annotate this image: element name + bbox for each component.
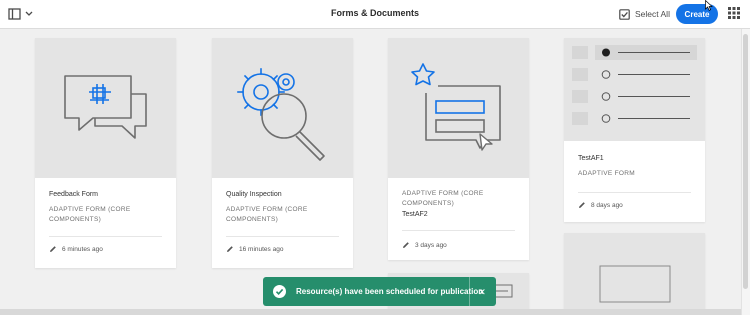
card-title: TestAF1 xyxy=(578,155,604,162)
modified-time: 3 days ago xyxy=(415,241,447,249)
checkmark-circle-icon xyxy=(273,285,286,298)
card-modified: 6 minutes ago xyxy=(49,245,103,253)
scrollbar-thumb[interactable] xyxy=(743,34,748,289)
toast-message: Resource(s) have been scheduled for publ… xyxy=(296,287,484,296)
pencil-icon xyxy=(50,246,56,252)
card-modified: 8 days ago xyxy=(578,201,623,209)
card-type: ADAPTIVE FORM (CORE COMPONENTS) xyxy=(49,206,131,223)
success-toast: Resource(s) have been scheduled for publ… xyxy=(263,277,496,306)
form-card[interactable]: ADAPTIVE FORM (CORE COMPONENTS) TestAF2 … xyxy=(388,38,529,260)
card-thumbnail xyxy=(212,38,353,178)
card-thumbnail xyxy=(564,38,705,141)
card-thumbnail xyxy=(388,38,529,178)
select-all-label: Select All xyxy=(635,9,670,19)
gear-search-icon xyxy=(237,68,325,161)
card-type: ADAPTIVE FORM (CORE COMPONENTS) xyxy=(226,206,308,223)
card-divider xyxy=(402,230,515,231)
card-thumbnail xyxy=(564,233,705,313)
form-card[interactable]: Feedback Form ADAPTIVE FORM (CORE COMPON… xyxy=(35,38,176,268)
form-card[interactable]: TestAF1 ADAPTIVE FORM 8 days ago xyxy=(564,38,705,222)
top-bar: Forms & Documents Select All Create xyxy=(0,0,750,29)
modified-time: 16 minutes ago xyxy=(239,245,284,253)
select-all-icon xyxy=(619,8,630,20)
feedback-chat-icon xyxy=(64,75,147,139)
horizontal-scrollbar[interactable] xyxy=(0,309,741,315)
form-card[interactable] xyxy=(564,233,705,313)
pencil-icon xyxy=(403,242,409,248)
pencil-icon xyxy=(227,246,233,252)
card-type: ADAPTIVE FORM xyxy=(578,170,635,177)
card-title: Feedback Form xyxy=(49,191,99,198)
card-modified: 3 days ago xyxy=(402,241,447,249)
card-divider xyxy=(578,192,691,193)
card-title: TestAF2 xyxy=(402,211,428,218)
form-thumbnail-icon xyxy=(599,265,671,303)
grid-view-icon[interactable] xyxy=(728,7,740,19)
card-type: ADAPTIVE FORM (CORE COMPONENTS) xyxy=(402,190,484,207)
pencil-icon xyxy=(579,202,585,208)
toast-close-button[interactable]: ✕ xyxy=(475,285,489,299)
toast-divider xyxy=(469,277,470,306)
card-modified: 16 minutes ago xyxy=(226,245,283,253)
select-all-button[interactable]: Select All xyxy=(619,7,670,21)
radio-list-icon xyxy=(572,45,697,125)
modified-time: 8 days ago xyxy=(591,201,623,209)
star-form-icon xyxy=(411,63,501,151)
mouse-cursor-icon xyxy=(705,0,713,11)
form-card[interactable]: Quality Inspection ADAPTIVE FORM (CORE C… xyxy=(212,38,353,268)
card-divider xyxy=(49,236,162,237)
card-title: Quality Inspection xyxy=(226,191,282,198)
card-thumbnail xyxy=(35,38,176,178)
modified-time: 6 minutes ago xyxy=(62,245,103,253)
card-divider xyxy=(226,236,339,237)
